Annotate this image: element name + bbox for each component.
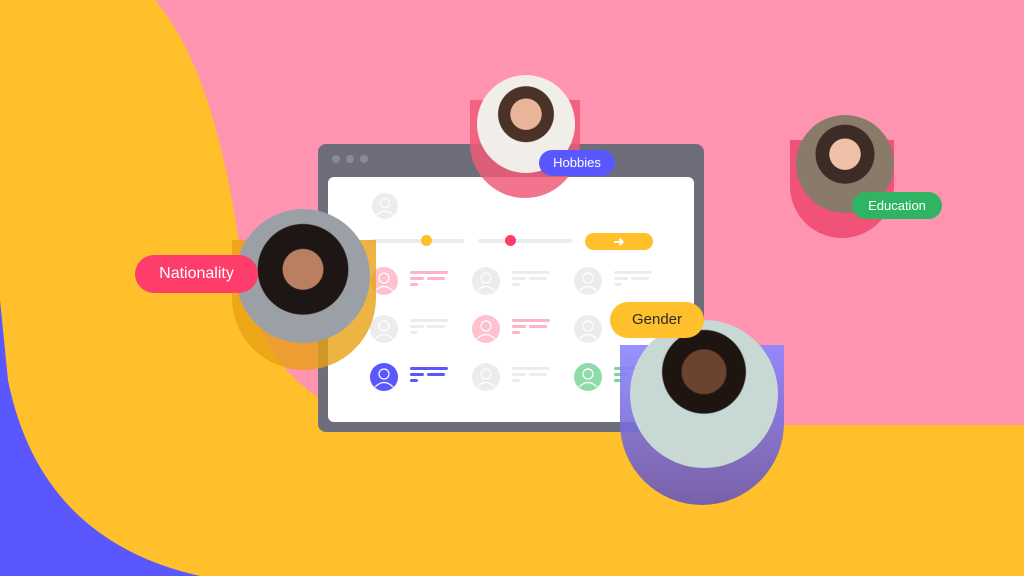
placeholder-text-line [410, 367, 448, 370]
placeholder-text-line [410, 331, 418, 334]
placeholder-text-line [410, 271, 448, 274]
placeholder-text-line [512, 367, 550, 370]
nationality-tag: Nationality [135, 255, 258, 293]
user-avatar-icon [574, 315, 602, 343]
placeholder-text-line [410, 319, 448, 322]
slider-1-knob[interactable] [421, 235, 433, 246]
placeholder-text-line [427, 277, 445, 280]
gender-tag: Gender [610, 302, 704, 338]
window-controls [332, 155, 368, 163]
arrow-right-icon: ➜ [613, 234, 625, 249]
placeholder-text-line [512, 319, 550, 322]
user-avatar-icon [370, 315, 398, 343]
placeholder-text-line [614, 277, 628, 280]
placeholder-text-line [512, 271, 550, 274]
placeholder-text-line [410, 283, 418, 286]
placeholder-text-line [512, 373, 526, 376]
placeholder-text-line [614, 283, 622, 286]
user-avatar-icon [472, 267, 500, 295]
user-avatar-icon [370, 363, 398, 391]
placeholder-text-line [631, 277, 649, 280]
placeholder-text-line [529, 373, 547, 376]
user-avatar-icon [472, 363, 500, 391]
placeholder-text-line [512, 331, 520, 334]
user-avatar-icon [472, 315, 500, 343]
placeholder-text-line [614, 271, 652, 274]
user-avatar-icon [574, 267, 602, 295]
placeholder-text-line [410, 325, 424, 328]
gender-person-photo [630, 320, 778, 468]
next-button[interactable]: ➜ [585, 233, 653, 250]
placeholder-text-line [410, 373, 424, 376]
profile-avatar-icon [372, 193, 398, 219]
placeholder-text-line [410, 379, 418, 382]
placeholder-text-line [512, 283, 520, 286]
placeholder-text-line [427, 325, 445, 328]
slider-1[interactable] [370, 235, 464, 246]
education-tag: Education [852, 192, 942, 219]
placeholder-text-line [529, 325, 547, 328]
placeholder-text-line [410, 277, 424, 280]
placeholder-text-line [427, 373, 445, 376]
placeholder-text-line [512, 379, 520, 382]
slider-2[interactable] [478, 235, 572, 246]
placeholder-text-line [529, 277, 547, 280]
hobbies-tag: Hobbies [539, 150, 615, 176]
user-avatar-icon [574, 363, 602, 391]
slider-2-knob[interactable] [504, 235, 516, 246]
placeholder-text-line [512, 325, 526, 328]
placeholder-text-line [512, 277, 526, 280]
